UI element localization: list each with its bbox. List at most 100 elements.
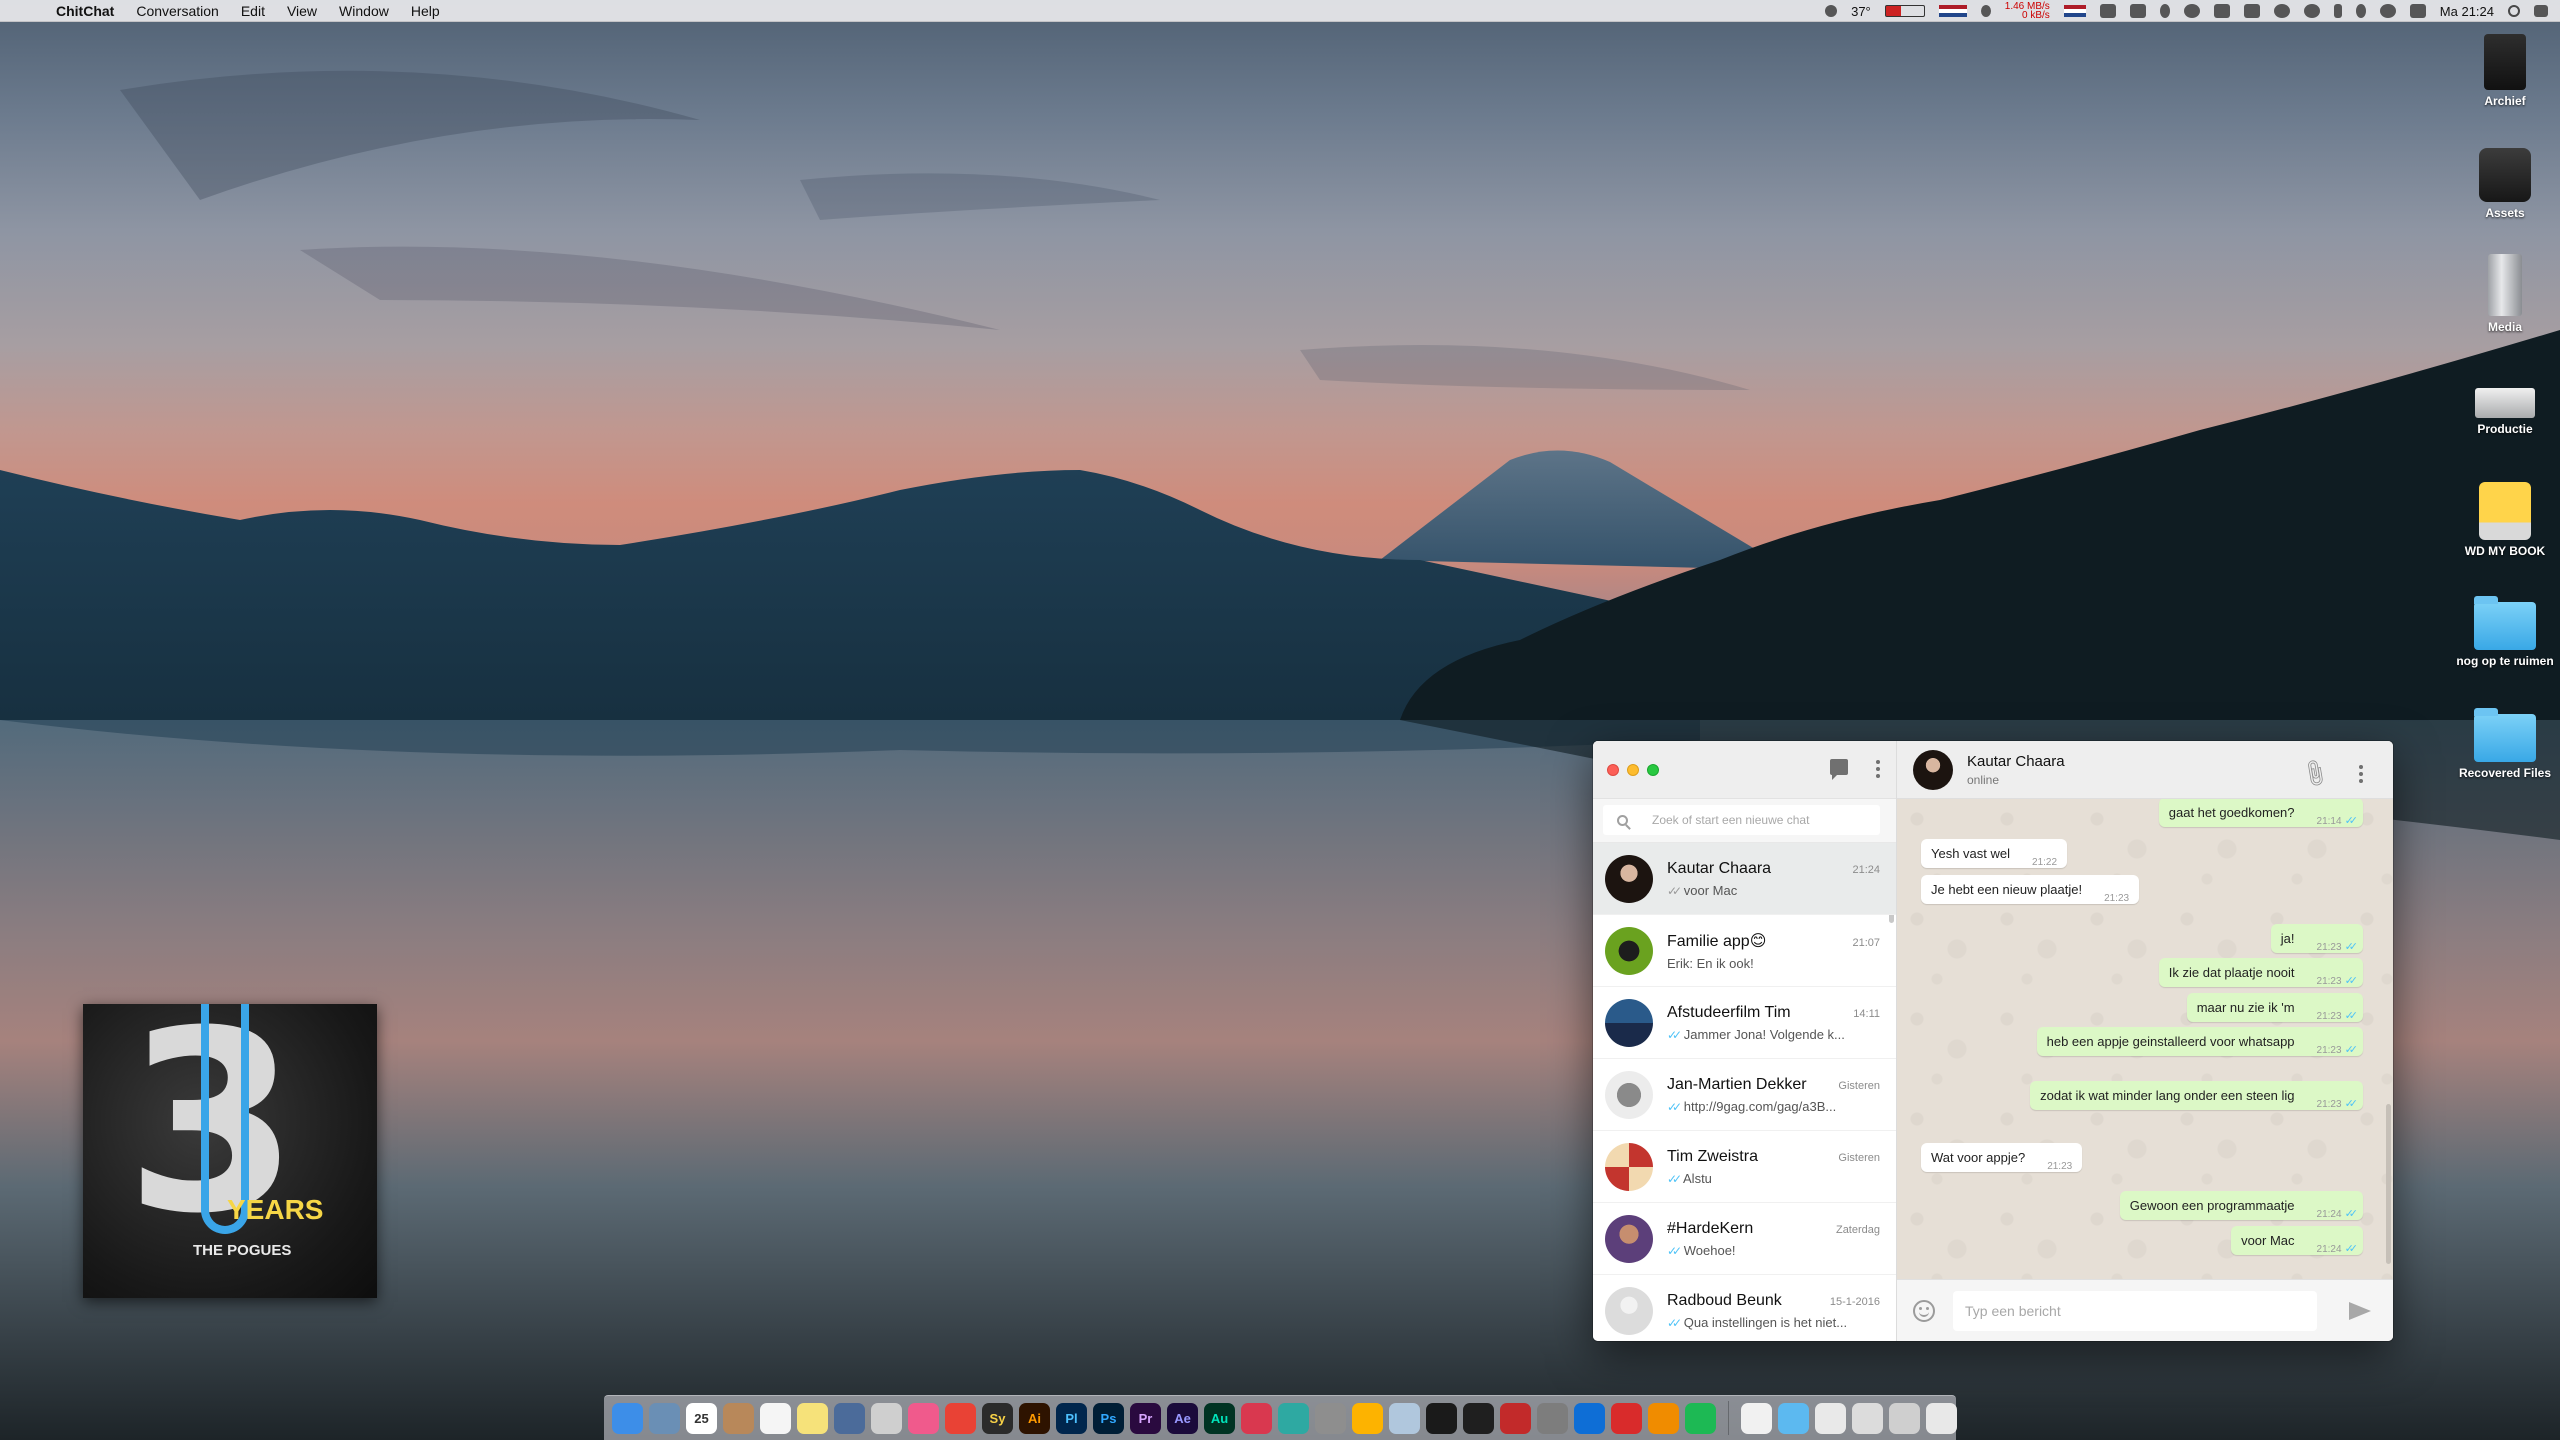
sidebar-menu-icon[interactable] <box>1876 759 1880 778</box>
dock-premiere-icon[interactable]: Pr <box>1130 1402 1161 1434</box>
desktop-icon-productie[interactable]: Productie <box>2450 366 2560 436</box>
chat-list-item[interactable]: Jan-Martien Dekker Gisteren ✓✓ http://9gag… <box>1593 1059 1896 1131</box>
dock-applications-folder-icon[interactable] <box>1778 1402 1809 1434</box>
message-input[interactable] <box>1953 1290 2317 1331</box>
dock-safari-icon[interactable] <box>1278 1402 1309 1434</box>
dock-vlc-icon[interactable] <box>1648 1402 1679 1434</box>
chat-list-item[interactable]: Kautar Chaara 21:24 ✓✓ voor Mac <box>1593 843 1896 915</box>
dock-documents-stack-icon[interactable] <box>1852 1402 1883 1434</box>
monitor-icon[interactable] <box>2099 4 2116 18</box>
dock-contacts-icon[interactable] <box>723 1402 754 1434</box>
menu-app-name[interactable]: ChitChat <box>56 3 114 19</box>
moon-icon[interactable] <box>1980 5 1991 17</box>
menu-conversation[interactable]: Conversation <box>136 3 219 19</box>
incoming-message[interactable]: Wat voor appje? 21:23 <box>1921 1143 2083 1172</box>
dock-spotify-icon[interactable] <box>1685 1402 1716 1434</box>
outgoing-message[interactable]: Ik zie dat plaatje nooit 21:23 ✓✓ <box>2158 958 2363 987</box>
dock-calendar-icon[interactable]: 25 <box>686 1402 717 1434</box>
chat-list-item[interactable]: #HardeKern Zaterdag ✓✓ Woehoe! <box>1593 1203 1896 1275</box>
outgoing-message[interactable]: zodat ik wat minder lang onder een steen… <box>2030 1081 2363 1110</box>
dock-illustrator-icon[interactable]: Ai <box>1019 1402 1050 1434</box>
desktop-icon-wd-my-book[interactable]: WD MY BOOK <box>2450 478 2560 558</box>
menu-edit[interactable]: Edit <box>241 3 265 19</box>
conversation-header[interactable]: Kautar Chaara online 📎︎ <box>1897 741 2393 799</box>
memory-gauge-icon[interactable] <box>1884 5 1925 17</box>
chat-search-box[interactable]: Zoek of start een nieuwe chat <box>1603 805 1880 835</box>
outgoing-message[interactable]: Gewoon een programmaatje 21:24 ✓✓ <box>2119 1191 2363 1220</box>
dock-utility-icon[interactable] <box>1500 1402 1531 1434</box>
outgoing-message[interactable]: voor Mac 21:24 ✓✓ <box>2231 1226 2363 1255</box>
menu-help[interactable]: Help <box>411 3 440 19</box>
dock-trash-icon[interactable] <box>1926 1402 1957 1434</box>
dock-sketch-icon[interactable] <box>1352 1402 1383 1434</box>
dutch-flag-icon[interactable] <box>1938 5 1967 17</box>
sync-icon[interactable] <box>2183 4 2200 18</box>
new-chat-icon[interactable] <box>1830 759 1848 780</box>
dock-sequel-icon[interactable] <box>1315 1402 1346 1434</box>
menu-window[interactable]: Window <box>339 3 389 19</box>
desktop-icon-archief[interactable]: Archief <box>2450 30 2560 108</box>
desktop-icon-assets[interactable]: Assets <box>2450 142 2560 220</box>
dock-prelude-icon[interactable]: Pl <box>1056 1402 1087 1434</box>
outgoing-message[interactable]: maar nu zie ik 'm 21:23 ✓✓ <box>2186 993 2363 1022</box>
contact-avatar[interactable] <box>1913 749 1953 790</box>
dock-downloads-stack-icon[interactable] <box>1815 1402 1846 1434</box>
message-list-scrollbar[interactable] <box>2386 1104 2391 1264</box>
chat-list-item[interactable]: Tim Zweistra Gisteren ✓✓ Alstu <box>1593 1131 1896 1203</box>
notification-center-icon[interactable] <box>2534 5 2548 17</box>
desktop-icon-nog-op-te-ruimen[interactable]: nog op te ruimen <box>2450 590 2560 668</box>
dock-sublime-icon[interactable]: Sy <box>982 1402 1013 1434</box>
bluetooth-icon[interactable] <box>2355 4 2366 18</box>
arrow-icon[interactable] <box>2159 4 2170 18</box>
dock-davinci-icon[interactable] <box>1241 1402 1272 1434</box>
dock-keyboard-icon[interactable] <box>871 1402 902 1434</box>
emoji-icon[interactable] <box>1913 1299 1935 1322</box>
time-machine-icon[interactable] <box>2303 4 2320 18</box>
dock-chitchat-icon[interactable] <box>1741 1402 1772 1434</box>
outgoing-message[interactable]: gaat het goedkomen? 21:14 ✓✓ <box>2158 799 2363 827</box>
conversation-menu-icon[interactable] <box>2359 764 2363 783</box>
dock-activity-monitor-icon[interactable] <box>1463 1402 1494 1434</box>
dock-system-preferences-icon[interactable] <box>1537 1402 1568 1434</box>
spotlight-search-icon[interactable] <box>2508 5 2520 17</box>
chat-list-item[interactable]: Afstudeerfilm Tim 14:11 ✓✓ Jammer Jona! Vo… <box>1593 987 1896 1059</box>
dock-notes-icon[interactable] <box>760 1402 791 1434</box>
dock-xcode-icon[interactable] <box>834 1402 865 1434</box>
wifi-icon[interactable] <box>2379 4 2396 18</box>
dock-audition-icon[interactable]: Au <box>1204 1402 1235 1434</box>
dock-stickies-icon[interactable] <box>797 1402 828 1434</box>
desktop-icon-media[interactable]: Media <box>2450 254 2560 334</box>
zoom-window-button[interactable] <box>1647 764 1659 776</box>
send-icon[interactable] <box>2349 1301 2371 1320</box>
dock-after-effects-icon[interactable]: Ae <box>1167 1402 1198 1434</box>
drive-icon[interactable] <box>2213 4 2230 18</box>
close-window-button[interactable] <box>1607 764 1619 776</box>
dock-chrome-icon[interactable] <box>945 1402 976 1434</box>
netherlands-flag-icon[interactable] <box>2063 5 2086 17</box>
battery-icon[interactable] <box>2333 4 2342 18</box>
dock-preview-icon[interactable] <box>649 1402 680 1434</box>
outgoing-message[interactable]: heb een appje geinstalleerd voor whatsap… <box>2036 1027 2363 1056</box>
chat-list-item[interactable]: Familie app😊 21:07 Erik: En ik ook! <box>1593 915 1896 987</box>
incoming-message[interactable]: Je hebt een nieuw plaatje! 21:23 <box>1921 875 2140 904</box>
dock-itunes-icon[interactable] <box>908 1402 939 1434</box>
cpu-monitor-icon[interactable] <box>1825 5 1838 17</box>
volume-icon[interactable] <box>2409 4 2426 18</box>
outgoing-message[interactable]: ja! 21:23 ✓✓ <box>2270 924 2363 953</box>
desktop-icon-recovered-files[interactable]: Recovered Files <box>2450 702 2560 780</box>
incoming-message[interactable]: Yesh vast wel 21:22 <box>1921 839 2068 868</box>
dock-screenshots-stack-icon[interactable] <box>1889 1402 1920 1434</box>
dock-photoshop-icon[interactable]: Ps <box>1093 1402 1124 1434</box>
dock-toolbox-icon[interactable] <box>1611 1402 1642 1434</box>
network-speed-readout[interactable]: 1.46 MB/s 0 kB/s <box>2005 2 2050 21</box>
temperature-readout[interactable]: 37° <box>1851 4 1871 19</box>
clock[interactable]: Ma 21:24 <box>2440 4 2494 19</box>
dock-teamviewer-icon[interactable] <box>1574 1402 1605 1434</box>
menu-view[interactable]: View <box>287 3 317 19</box>
creative-cloud-icon[interactable] <box>2273 4 2290 18</box>
chat-list-item[interactable]: Radboud Beunk 15-1-2016 ✓✓ Qua instellinge… <box>1593 1275 1896 1341</box>
attach-icon[interactable]: 📎︎ <box>2297 756 2332 791</box>
dock-books-icon[interactable] <box>1389 1402 1420 1434</box>
dock-terminal-icon[interactable] <box>1426 1402 1457 1434</box>
dock-finder-icon[interactable] <box>612 1402 643 1434</box>
